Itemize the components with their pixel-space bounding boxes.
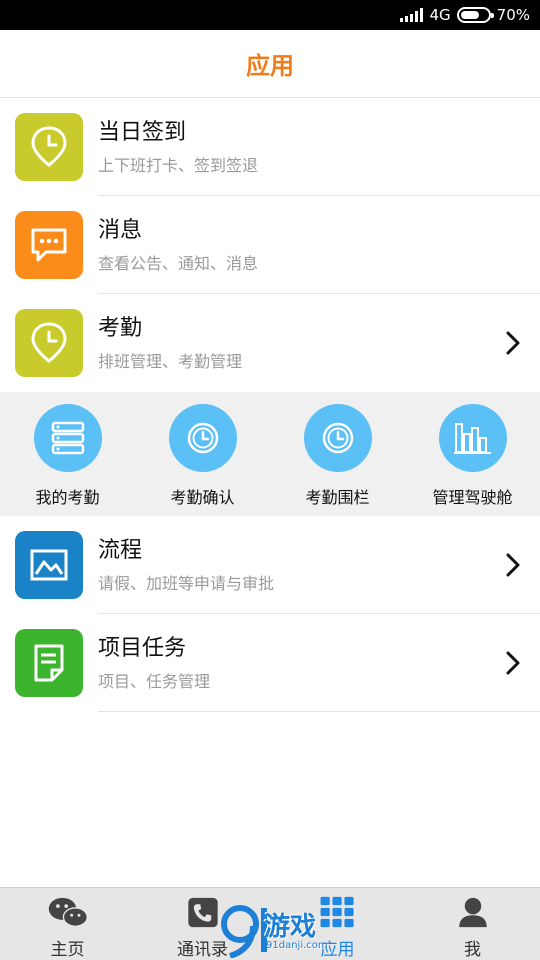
row-title: 消息: [98, 218, 143, 243]
grid-icon: [320, 896, 354, 928]
row-subtitle: 排班管理、考勤管理: [98, 352, 243, 371]
network-type: 4G: [429, 6, 451, 24]
battery-icon: [456, 7, 494, 23]
phone-icon: [187, 897, 218, 928]
server-list-icon: [33, 404, 102, 472]
subgrid-label: 管理驾驶舱: [432, 488, 513, 507]
subgrid-label: 我的考勤: [35, 488, 100, 507]
row-title: 项目任务: [98, 636, 187, 661]
nav-label: 通讯录: [177, 940, 228, 960]
subgrid-item-attendance-confirm[interactable]: 考勤确认: [135, 392, 270, 516]
nav-tab-home[interactable]: 主页: [0, 888, 135, 960]
document-edit-icon: [15, 629, 83, 697]
chevron-right-icon: [506, 651, 520, 675]
row-subtitle: 请假、加班等申请与审批: [98, 574, 275, 593]
row-subtitle: 查看公告、通知、消息: [98, 254, 259, 273]
header: 应用: [0, 30, 540, 98]
battery-percent: 70%: [496, 6, 530, 24]
nav-tab-contacts[interactable]: 通讯录: [135, 888, 270, 960]
person-icon: [458, 897, 487, 928]
nav-label: 应用: [320, 940, 355, 960]
chevron-right-icon: [506, 331, 520, 355]
clock-pin-icon: [15, 309, 83, 377]
subgrid-label: 考勤围栏: [305, 488, 370, 507]
image-icon: [15, 531, 83, 599]
clock-pin-icon: [15, 113, 83, 181]
nav-label: 主页: [50, 940, 85, 960]
divider: [98, 711, 540, 712]
bottom-nav: 主页 通讯录 应用 我: [0, 887, 540, 960]
status-bar: 4G 70%: [0, 0, 540, 30]
app-row-messages[interactable]: 消息 查看公告、通知、消息: [0, 196, 540, 294]
attendance-subgrid: 我的考勤 考勤确认 考勤围栏 管理驾驶舱: [0, 392, 540, 516]
bar-chart-icon: [438, 404, 507, 472]
clock-icon: [303, 404, 372, 472]
nav-label: 我: [464, 940, 481, 960]
app-row-attendance[interactable]: 考勤 排班管理、考勤管理: [0, 294, 540, 392]
row-title: 考勤: [98, 316, 143, 341]
signal-icon: [400, 8, 424, 22]
nav-tab-me[interactable]: 我: [405, 888, 540, 960]
subgrid-item-management-cockpit[interactable]: 管理驾驶舱: [405, 392, 540, 516]
subgrid-item-attendance-fence[interactable]: 考勤围栏: [270, 392, 405, 516]
app-row-daily-checkin[interactable]: 当日签到 上下班打卡、签到签退: [0, 98, 540, 196]
row-title: 当日签到: [98, 120, 187, 145]
row-subtitle: 项目、任务管理: [98, 672, 211, 691]
app-row-workflow[interactable]: 流程 请假、加班等申请与审批: [0, 516, 540, 614]
wechat-icon: [48, 897, 88, 927]
message-icon: [15, 211, 83, 279]
chevron-right-icon: [506, 553, 520, 577]
row-title: 流程: [98, 538, 143, 563]
clock-icon: [168, 404, 237, 472]
row-subtitle: 上下班打卡、签到签退: [98, 156, 259, 175]
app-row-project-tasks[interactable]: 项目任务 项目、任务管理: [0, 614, 540, 712]
nav-tab-apps[interactable]: 应用: [270, 888, 405, 960]
page-title: 应用: [246, 52, 294, 80]
subgrid-label: 考勤确认: [170, 488, 235, 507]
subgrid-item-my-attendance[interactable]: 我的考勤: [0, 392, 135, 516]
